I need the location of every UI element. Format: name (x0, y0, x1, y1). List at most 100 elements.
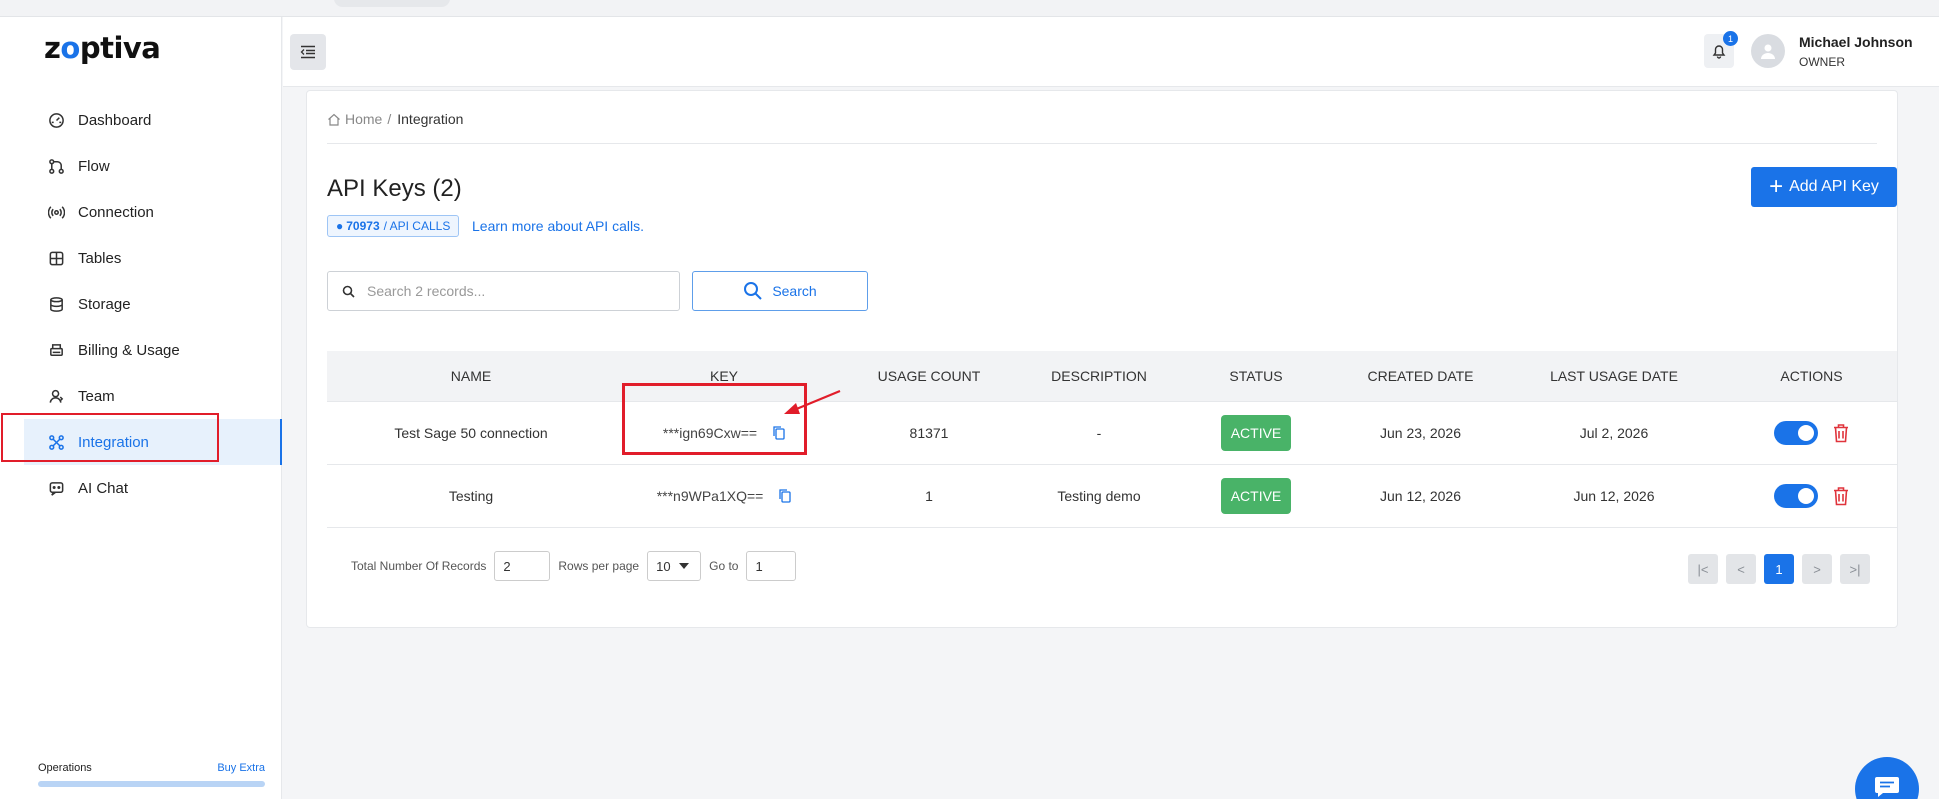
sidebar-item-storage[interactable]: Storage (24, 281, 282, 327)
breadcrumb: Home / Integration (327, 111, 463, 127)
row-name: Test Sage 50 connection (394, 425, 548, 441)
row-key-cell: ***n9WPa1XQ== (615, 488, 833, 504)
sidebar-item-label: Dashboard (78, 111, 152, 129)
column-header-usage-count[interactable]: USAGE COUNT (833, 368, 1025, 384)
add-api-key-button[interactable]: + Add API Key (1751, 167, 1897, 207)
plus-icon: + (1769, 173, 1784, 200)
next-page-button[interactable]: > (1802, 554, 1832, 584)
previous-page-button[interactable]: < (1726, 554, 1756, 584)
total-records-label: Total Number Of Records (351, 559, 487, 573)
sidebar-toggle-button[interactable] (290, 34, 326, 70)
breadcrumb-home[interactable]: Home (345, 111, 382, 127)
sidebar-item-label: Connection (78, 203, 154, 221)
flow-icon (49, 158, 64, 174)
go-to-label: Go to (709, 559, 739, 573)
search-button[interactable]: Search (692, 271, 868, 311)
divider (327, 143, 1877, 144)
dashboard-icon (49, 112, 64, 128)
row-status-cell: ACTIVE (1173, 478, 1339, 514)
search-icon (342, 285, 355, 298)
column-header-last-usage-date[interactable]: LAST USAGE DATE (1502, 368, 1726, 384)
sidebar-item-integration[interactable]: Integration (24, 419, 282, 465)
column-header-name[interactable]: NAME (327, 368, 615, 384)
browser-top-strip (0, 0, 1939, 17)
avatar[interactable] (1751, 34, 1785, 68)
search-field[interactable] (327, 271, 680, 311)
column-header-key[interactable]: KEY (615, 368, 833, 384)
storage-icon (50, 296, 63, 312)
trash-icon[interactable] (1832, 423, 1850, 443)
billing-icon (50, 343, 63, 356)
rows-per-page-select[interactable]: 10 (647, 551, 702, 581)
connection-icon (48, 205, 65, 219)
column-header-description[interactable]: DESCRIPTION (1025, 368, 1173, 384)
column-header-actions: ACTIONS (1780, 368, 1843, 384)
user-name[interactable]: Michael Johnson (1799, 34, 1913, 50)
last-page-icon: >| (1849, 561, 1861, 577)
ai-chat-icon (49, 481, 64, 496)
integration-icon (49, 434, 64, 450)
notification-button[interactable]: 1 (1704, 31, 1738, 68)
app-logo[interactable]: zoptiva (44, 31, 161, 65)
buy-extra-link[interactable]: Buy Extra (217, 762, 265, 774)
search-input[interactable] (367, 283, 647, 299)
last-page-button[interactable]: >| (1840, 554, 1870, 584)
page-number-button[interactable]: 1 (1764, 554, 1794, 584)
page-buttons: |< < 1 > >| (1688, 554, 1878, 584)
go-to-page-input[interactable]: 1 (746, 551, 797, 581)
operations-label: Operations (38, 762, 92, 774)
table-row: Test Sage 50 connection ***ign69Cxw== 81… (327, 402, 1897, 465)
row-description: - (1096, 425, 1102, 441)
row-key: ***ign69Cxw== (662, 425, 758, 441)
row-usage-count: 81371 (909, 425, 949, 441)
rows-per-page-value: 10 (656, 558, 671, 574)
sidebar-item-tables[interactable]: Tables (24, 235, 282, 281)
row-actions (1726, 484, 1897, 508)
operations-progress-bar (38, 781, 265, 787)
enable-toggle[interactable] (1773, 484, 1818, 508)
bell-icon (1712, 45, 1726, 59)
trash-icon[interactable] (1832, 486, 1850, 506)
column-header-created-date[interactable]: CREATED DATE (1339, 368, 1502, 384)
sidebar-nav: Dashboard Flow Connection Tables Storage… (24, 97, 282, 511)
row-last-usage-date: Jul 2, 2026 (1579, 425, 1649, 441)
api-calls-badge: ● 70973 / API CALLS (327, 215, 460, 237)
chat-bubble-icon (1875, 777, 1899, 797)
sidebar-item-label: Integration (78, 433, 149, 451)
enable-toggle[interactable] (1773, 421, 1818, 445)
sidebar-item-connection[interactable]: Connection (24, 189, 282, 235)
sidebar-item-dashboard[interactable]: Dashboard (24, 97, 282, 143)
table-row: Testing ***n9WPa1XQ== 1 Testing demo ACT… (327, 465, 1897, 528)
column-header-status[interactable]: STATUS (1173, 368, 1339, 384)
user-role: OWNER (1799, 55, 1845, 69)
chevron-left-icon: < (1737, 561, 1745, 577)
search-icon (744, 282, 763, 300)
sidebar-item-team[interactable]: Team (24, 373, 282, 419)
row-description: Testing demo (1057, 488, 1141, 504)
top-header: 1 Michael Johnson OWNER (283, 17, 1939, 87)
sidebar-item-label: Team (78, 387, 115, 405)
api-calls-label: / API CALLS (383, 219, 451, 233)
chat-button[interactable] (1855, 757, 1919, 799)
home-icon (328, 113, 340, 126)
menu-collapse-icon (300, 45, 315, 59)
breadcrumb-current: Integration (397, 111, 464, 127)
sidebar-item-ai-chat[interactable]: AI Chat (24, 465, 282, 511)
pagination-controls: Total Number Of Records 2 Rows per page … (351, 551, 797, 581)
notification-badge: 1 (1723, 31, 1738, 46)
row-created-date: Jun 23, 2026 (1380, 425, 1461, 441)
first-page-button[interactable]: |< (1688, 554, 1718, 584)
sidebar-item-flow[interactable]: Flow (24, 143, 282, 189)
status-badge: ACTIVE (1220, 415, 1292, 451)
sidebar-item-billing[interactable]: Billing & Usage (24, 327, 282, 373)
sidebar-item-label: Storage (78, 295, 131, 313)
copy-icon[interactable] (779, 489, 791, 503)
chevron-down-icon (678, 563, 689, 569)
main-card: Home / Integration API Keys (2) ● 70973 … (306, 90, 1898, 628)
row-last-usage-date: Jun 12, 2026 (1573, 488, 1655, 504)
learn-more-link[interactable]: Learn more about API calls. (472, 218, 644, 234)
annotation-arrow-icon (784, 389, 841, 414)
row-actions (1726, 421, 1897, 445)
api-keys-table: NAME KEY USAGE COUNT DESCRIPTION STATUS … (327, 351, 1897, 528)
copy-icon[interactable] (773, 426, 785, 440)
